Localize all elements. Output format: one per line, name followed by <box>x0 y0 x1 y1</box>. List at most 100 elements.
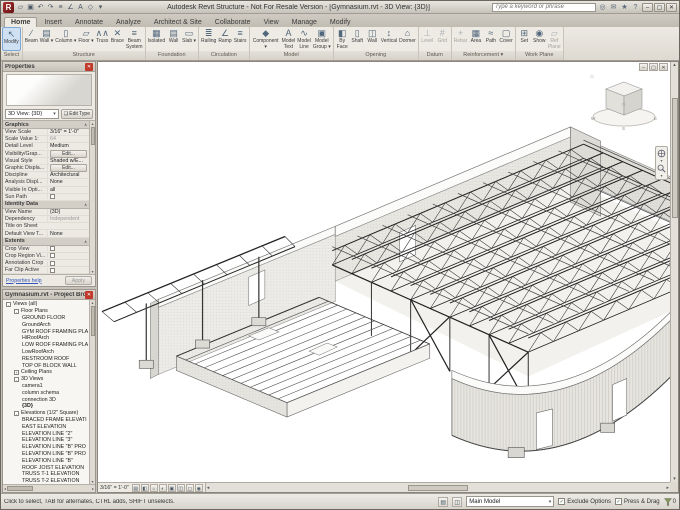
set-button[interactable]: ⊞Set <box>517 27 532 51</box>
property-value[interactable]: {3D} <box>47 209 89 215</box>
viewcube[interactable]: W E S N ⌂ <box>588 70 660 132</box>
tree-item-ground-floor[interactable]: GROUND FLOOR <box>3 315 89 322</box>
close-icon[interactable]: ✕ <box>85 63 93 71</box>
tree-item-floor-plans[interactable]: -Floor Plans <box>3 308 89 315</box>
revit-logo-button[interactable]: R <box>3 2 14 13</box>
expand-icon[interactable]: + <box>14 370 19 375</box>
qat-customize-icon[interactable]: ▾ <box>96 3 105 11</box>
tree-item-restroom-roof[interactable]: RESTROOM ROOF <box>3 355 89 362</box>
property-value[interactable]: Independent <box>47 216 89 222</box>
canvas-vscrollbar[interactable]: ▴ ▾ <box>670 62 678 482</box>
save-icon[interactable]: ▣ <box>26 3 35 11</box>
temporary-hide-isolate-icon[interactable]: ◻ <box>186 484 194 492</box>
modify-button[interactable]: ↖Modify <box>2 27 21 51</box>
tree-item-truss-t-1-elevation[interactable]: TRUSS T-1 ELEVATION <box>3 471 89 478</box>
by-face-button[interactable]: ◧By Face <box>335 27 350 51</box>
area-button[interactable]: ▦Area <box>468 27 483 51</box>
path-button[interactable]: ≈Path <box>483 27 498 51</box>
section-header-graphics[interactable]: Graphics∧ <box>3 121 89 129</box>
brace-button[interactable]: ✕Brace <box>110 27 125 51</box>
tree-item-top-of-block-wall[interactable]: TOP OF BLOCK WALL <box>3 362 89 369</box>
tab-collaborate[interactable]: Collaborate <box>209 18 257 27</box>
print-icon[interactable]: ≡ <box>56 4 65 11</box>
property-value[interactable]: Shaded w/E... <box>47 158 89 164</box>
edit-button[interactable]: Edit... <box>50 150 87 158</box>
tree-item-ceiling-plans[interactable]: +Ceiling Plans <box>3 369 89 376</box>
view-minimize-button[interactable]: – <box>639 63 648 71</box>
property-checkbox[interactable] <box>50 268 55 273</box>
component-button[interactable]: ◆Component ▾ <box>251 27 281 51</box>
property-checkbox[interactable] <box>50 261 55 266</box>
favorites-icon[interactable]: ★ <box>620 3 629 11</box>
view-scale-button[interactable]: 3/16" = 1'-0" <box>100 485 129 491</box>
property-value[interactable]: all <box>47 187 89 193</box>
tree-item-elevation-line-b-pro[interactable]: ELEVATION LINE "B" PRO <box>3 451 89 458</box>
restore-button[interactable]: ▢ <box>654 3 665 12</box>
tree-item-elevation-line-3-[interactable]: ELEVATION LINE "3" <box>3 437 89 444</box>
exclude-options-checkbox[interactable]: ✓ Exclude Options <box>558 498 611 505</box>
property-value[interactable] <box>47 268 89 273</box>
vertical-button[interactable]: ↕Vertical <box>380 27 398 51</box>
tree-item-roof-joist-elevation[interactable]: ROOF JOIST ELEVATION <box>3 464 89 471</box>
canvas-hscrollbar[interactable]: ◂ ▸ <box>206 483 670 492</box>
tree-item-views-all-[interactable]: -Views (all) <box>3 301 89 308</box>
minimize-button[interactable]: – <box>642 3 653 12</box>
tab-home[interactable]: Home <box>4 17 37 27</box>
zoom-caret[interactable]: ▾ <box>660 174 662 178</box>
collapse-icon[interactable]: - <box>14 377 19 382</box>
scroll-right-icon[interactable]: ▸ <box>666 485 669 491</box>
text-icon[interactable]: A <box>76 4 85 11</box>
properties-help-link[interactable]: Properties help <box>6 278 65 284</box>
tree-item-low-roof-framing-pla[interactable]: LOW ROOF FRAMING PLA <box>3 342 89 349</box>
properties-header[interactable]: Properties ✕ <box>3 62 95 72</box>
tree-item-column-schema[interactable]: column schema <box>3 389 89 396</box>
wall-foundation-button[interactable]: ▤Wall <box>166 27 181 51</box>
ramp-button[interactable]: ∠Ramp <box>217 27 232 51</box>
model-line-button[interactable]: ∿Model Line <box>296 27 312 51</box>
type-selector-dropdown[interactable]: 3D View: {3D} ▾ <box>5 109 59 119</box>
open-icon[interactable]: ▱ <box>16 3 25 11</box>
tree-item-gym-roof-framing-pla[interactable]: GYM ROOF FRAMING PLA <box>3 328 89 335</box>
tree-item-lowroofarch[interactable]: LowRoofArch <box>3 349 89 356</box>
help-icon[interactable]: ? <box>631 4 640 11</box>
tab-view[interactable]: View <box>258 18 285 27</box>
reveal-hidden-icon[interactable]: ◉ <box>195 484 203 492</box>
view-close-button[interactable]: ✕ <box>659 63 668 71</box>
property-checkbox[interactable] <box>50 194 55 199</box>
tab-architect-site[interactable]: Architect & Site <box>148 18 208 27</box>
selection-filter[interactable]: 0 <box>664 498 676 506</box>
tab-insert[interactable]: Insert <box>38 18 68 27</box>
property-value[interactable]: Edit... <box>47 150 89 158</box>
show-button[interactable]: ◉Show <box>532 27 547 51</box>
shaft-button[interactable]: ▯Shaft <box>350 27 365 51</box>
property-value[interactable]: None <box>47 231 89 237</box>
tree-item-elevations-1-2-square-[interactable]: -Elevations (1/2" Square) <box>3 410 89 417</box>
model-text-button[interactable]: AModel Text <box>281 27 297 51</box>
tree-item-3d-views[interactable]: -3D Views <box>3 376 89 383</box>
tree-item-connection-3d[interactable]: connection 3D <box>3 396 89 403</box>
close-button[interactable]: ✕ <box>666 3 677 12</box>
truss-button[interactable]: ∧∧Truss <box>95 27 110 51</box>
tree-item--3d-[interactable]: {3D} <box>3 403 89 410</box>
property-value[interactable] <box>47 261 89 266</box>
shadows-icon[interactable]: ◐ <box>159 484 167 492</box>
sun-path-icon[interactable]: ☼ <box>150 484 158 492</box>
property-value[interactable] <box>47 246 89 251</box>
press-drag-checkbox[interactable]: ✓ Press & Drag <box>615 498 660 505</box>
property-value[interactable]: None <box>47 179 89 185</box>
crop-view-icon[interactable]: ▣ <box>168 484 176 492</box>
tree-item-elevation-line-2-[interactable]: ELEVATION LINE "2" <box>3 430 89 437</box>
stairs-button[interactable]: ≡Stairs <box>233 27 248 51</box>
model-group-button[interactable]: ▣Model Group ▾ <box>312 27 332 51</box>
scroll-up-icon[interactable]: ▴ <box>673 62 676 68</box>
tree-item-hiroofarch[interactable]: HiRoofArch <box>3 335 89 342</box>
property-value[interactable]: 64 <box>47 136 89 142</box>
worksets-icon[interactable]: ▤ <box>438 497 448 507</box>
dormer-button[interactable]: ⌂Dormer <box>398 27 417 51</box>
tree-item-braced-frame-elevati[interactable]: BRACED FRAME ELEVATI <box>3 417 89 424</box>
tree-item-camera1[interactable]: camera1 <box>3 383 89 390</box>
exchange-icon[interactable]: ◎ <box>598 3 607 11</box>
properties-scrollbar[interactable]: ▴▾ <box>89 121 95 274</box>
default-3d-view-icon[interactable]: ◇ <box>86 3 95 11</box>
cover-button[interactable]: ▢Cover <box>498 27 513 51</box>
